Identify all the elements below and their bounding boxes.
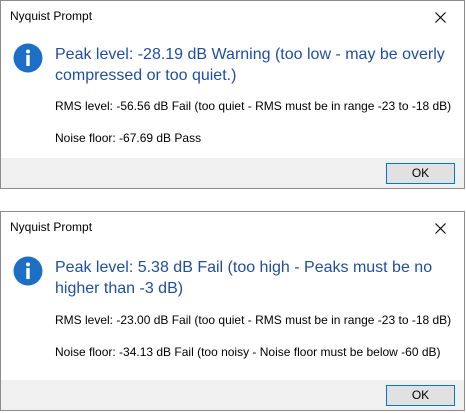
rms-level-message: RMS level: -56.56 dB Fail (too quiet - R…	[55, 99, 452, 113]
nyquist-prompt-dialog-1: Nyquist Prompt Peak level: -28.19 dB War…	[0, 0, 465, 189]
ok-button[interactable]: OK	[386, 163, 455, 184]
peak-level-message: Peak level: 5.38 dB Fail (too high - Pea…	[55, 259, 433, 297]
info-icon	[13, 43, 43, 73]
title-bar[interactable]: Nyquist Prompt	[1, 212, 464, 244]
nyquist-prompt-dialog-2: Nyquist Prompt Peak level: 5.38 dB Fail …	[0, 211, 465, 411]
ok-button[interactable]: OK	[386, 385, 455, 406]
button-bar: OK	[1, 158, 464, 188]
title-bar[interactable]: Nyquist Prompt	[1, 1, 464, 33]
window-title: Nyquist Prompt	[10, 9, 93, 23]
close-button[interactable]	[418, 1, 464, 33]
close-button[interactable]	[418, 212, 464, 244]
info-icon	[13, 256, 43, 286]
peak-level-message: Peak level: -28.19 dB Warning (too low -…	[55, 46, 445, 84]
button-bar: OK	[1, 380, 464, 410]
noise-floor-message: Noise floor: -34.13 dB Fail (too noisy -…	[55, 345, 441, 359]
close-icon	[435, 12, 446, 23]
close-icon	[435, 223, 446, 234]
noise-floor-message: Noise floor: -67.69 dB Pass	[55, 131, 202, 145]
rms-level-message: RMS level: -23.00 dB Fail (too quiet - R…	[55, 313, 452, 327]
window-title: Nyquist Prompt	[10, 220, 93, 234]
